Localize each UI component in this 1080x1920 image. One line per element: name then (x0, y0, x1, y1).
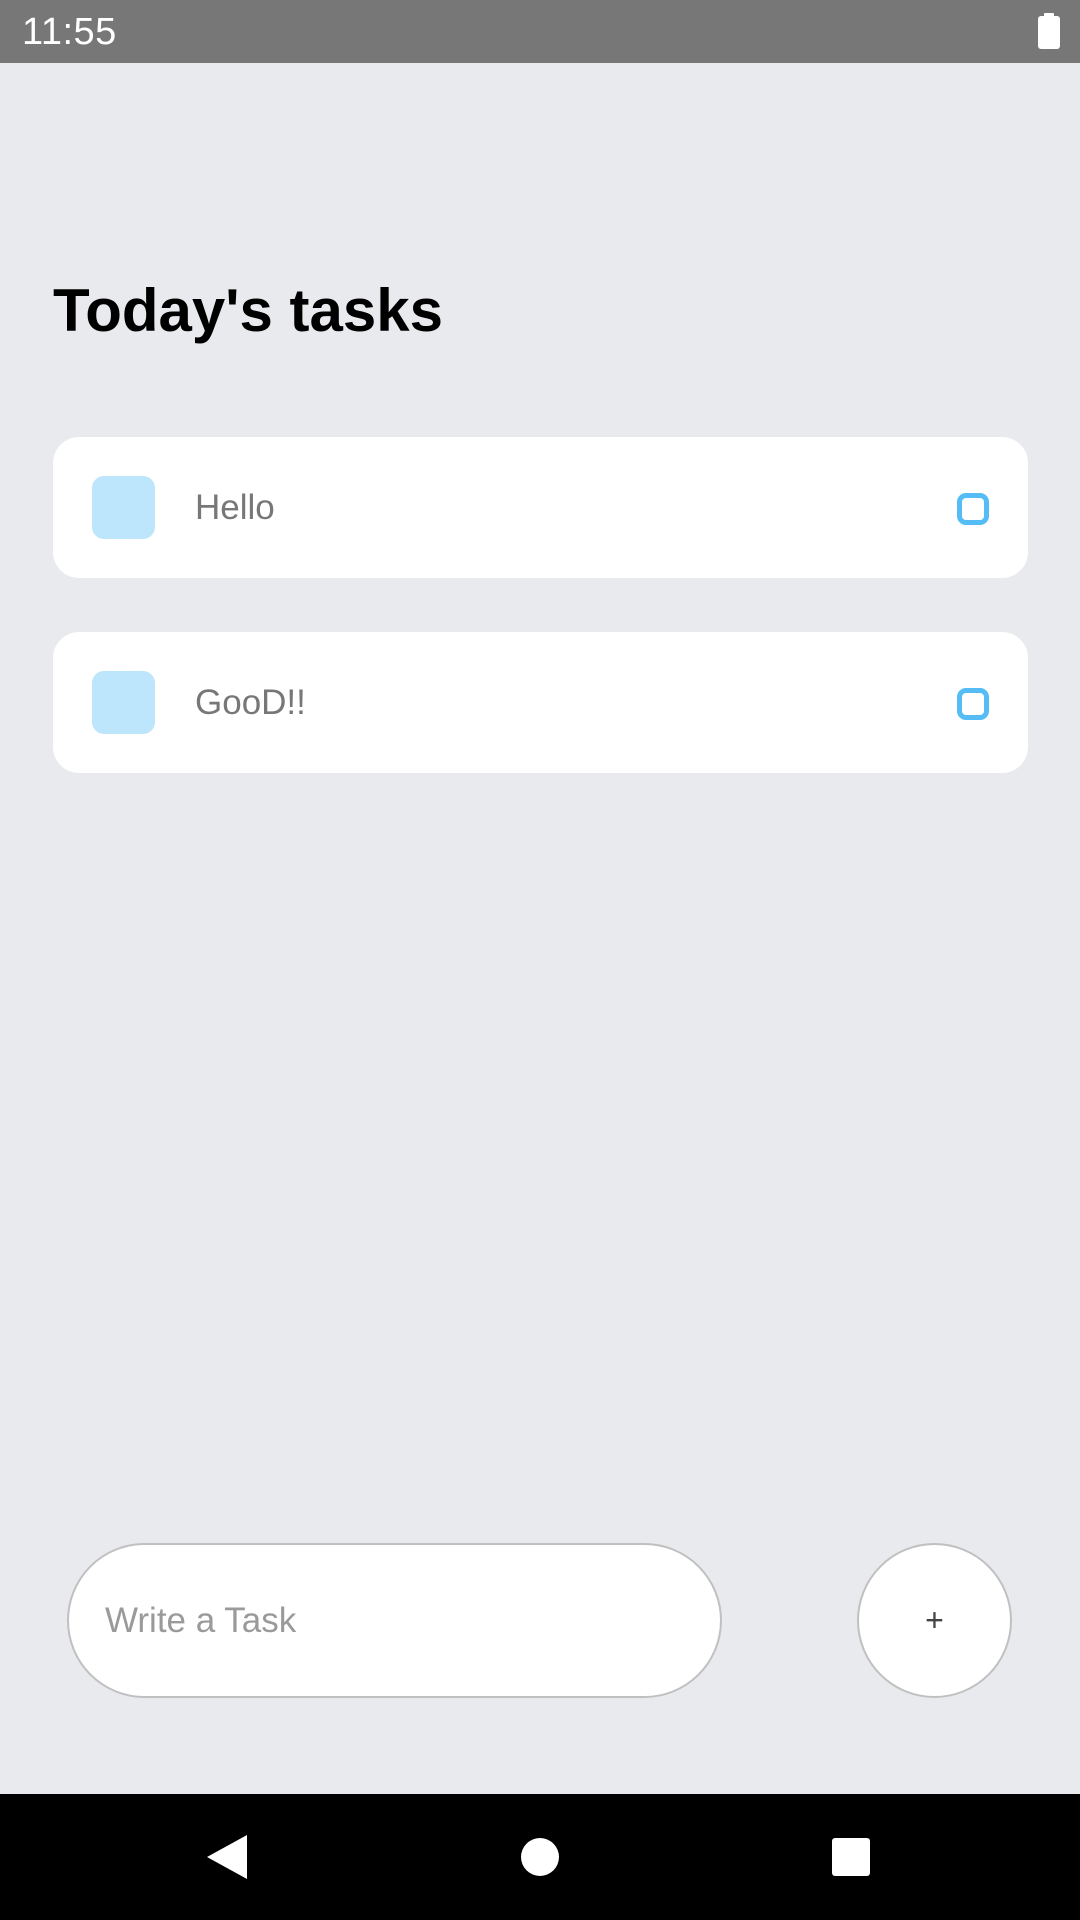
task-circle-icon[interactable] (957, 493, 989, 525)
task-text: GooD!! (195, 683, 306, 722)
task-circle-icon[interactable] (957, 688, 989, 720)
task-input[interactable] (67, 1543, 722, 1698)
home-circle-icon (521, 1838, 559, 1876)
task-item[interactable]: GooD!! (53, 632, 1028, 773)
back-triangle-icon (207, 1835, 247, 1879)
task-square-icon (92, 671, 155, 734)
app-screen: Today's tasks Hello GooD!! + (0, 63, 1080, 1794)
recents-button[interactable] (788, 1794, 914, 1920)
task-square-icon (92, 476, 155, 539)
add-task-button[interactable]: + (857, 1543, 1012, 1698)
back-button[interactable] (164, 1794, 290, 1920)
home-button[interactable] (477, 1794, 603, 1920)
status-time: 11:55 (22, 11, 117, 53)
page-title: Today's tasks (53, 277, 443, 344)
battery-full-icon (1038, 13, 1060, 49)
task-text: Hello (195, 488, 275, 527)
recents-square-icon (832, 1838, 870, 1876)
status-bar: 11:55 (0, 0, 1080, 63)
navigation-bar (0, 1794, 1080, 1920)
task-item[interactable]: Hello (53, 437, 1028, 578)
task-list: Hello GooD!! (53, 437, 1028, 827)
